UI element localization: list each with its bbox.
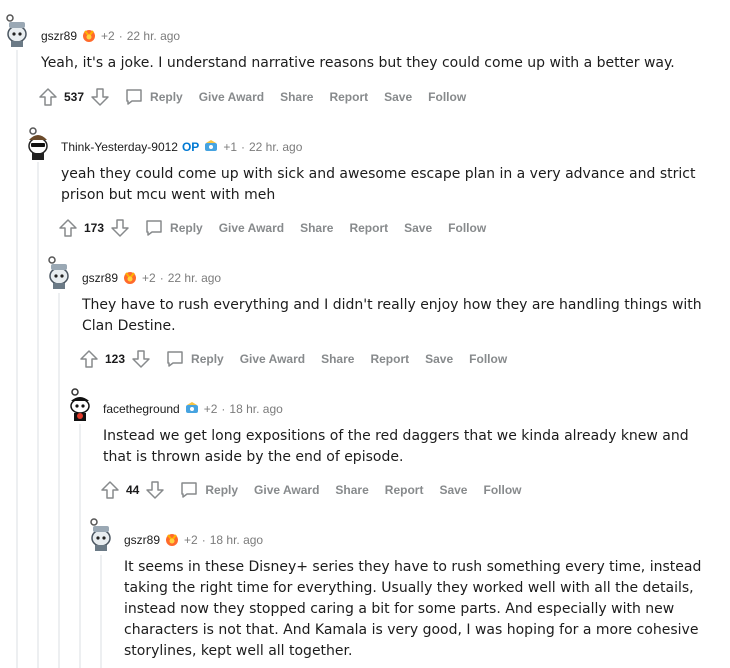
snoo-avatar-icon[interactable] <box>63 387 97 421</box>
timestamp[interactable]: 22 hr. ago <box>168 271 221 285</box>
comment-bubble-icon <box>124 87 144 107</box>
thread-line[interactable] <box>100 555 102 668</box>
thread-line[interactable] <box>37 162 39 668</box>
comment-body: Instead we get long expositions of the r… <box>103 428 689 465</box>
snoo-avatar-icon[interactable] <box>21 126 55 160</box>
comment-body: They have to rush everything and I didn'… <box>82 297 702 334</box>
comment-body: It seems in these Disney+ series they ha… <box>124 559 702 659</box>
op-badge: OP <box>181 140 200 154</box>
reply-button[interactable]: Reply <box>179 480 238 500</box>
thread-line[interactable] <box>16 50 18 668</box>
karma-count: +2 <box>142 271 156 285</box>
comment-meta: gszr89 +2 · 18 hr. ago <box>124 530 263 550</box>
karma-count: +2 <box>203 402 218 416</box>
save-button[interactable]: Save <box>404 221 432 235</box>
follow-button[interactable]: Follow <box>448 221 486 235</box>
timestamp[interactable]: 18 hr. ago <box>210 533 263 547</box>
comment-actions: 123 Reply Give Award Share Report Save F… <box>79 347 507 371</box>
comment-body: yeah they could come up with sick and aw… <box>61 166 696 203</box>
comment-meta: facetheground +2 · 18 hr. ago <box>103 399 283 419</box>
comment-bubble-icon <box>165 349 185 369</box>
snoo-avatar-icon[interactable] <box>0 13 34 47</box>
reply-button[interactable]: Reply <box>165 349 224 369</box>
separator: · <box>118 29 123 43</box>
reply-label: Reply <box>205 483 239 497</box>
upvote-icon[interactable] <box>38 87 58 107</box>
share-button[interactable]: Share <box>280 90 313 104</box>
vote-score: 123 <box>105 352 126 366</box>
author-link[interactable]: gszr89 <box>41 29 77 43</box>
thread-line[interactable] <box>79 424 81 668</box>
share-button[interactable]: Share <box>335 483 368 497</box>
award-icon <box>184 401 200 417</box>
vote-score: 537 <box>64 90 85 104</box>
downvote-icon[interactable] <box>90 87 110 107</box>
upvote-icon[interactable] <box>79 349 99 369</box>
comment-meta: gszr89 +2 · 22 hr. ago <box>82 268 221 288</box>
reply-button[interactable]: Reply <box>144 218 203 238</box>
upvote-icon[interactable] <box>100 480 120 500</box>
upvote-icon[interactable] <box>58 218 78 238</box>
comment-actions: 44 Reply Give Award Share Report Save Fo… <box>100 478 521 502</box>
comment-meta: Think-Yesterday-9012 OP +1 · 22 hr. ago <box>61 137 302 157</box>
give-award-button[interactable]: Give Award <box>219 221 284 235</box>
reply-label: Reply <box>150 90 183 104</box>
separator: · <box>201 533 206 547</box>
reply-label: Reply <box>170 221 203 235</box>
follow-button[interactable]: Follow <box>469 352 507 366</box>
downvote-icon[interactable] <box>131 349 151 369</box>
comment-actions: 173 Reply Give Award Share Report Save F… <box>58 216 486 240</box>
karma-count: +2 <box>184 533 198 547</box>
report-button[interactable]: Report <box>385 483 424 497</box>
give-award-button[interactable]: Give Award <box>240 352 305 366</box>
separator: · <box>221 402 226 416</box>
author-link[interactable]: Think-Yesterday-9012 <box>61 140 178 154</box>
separator: · <box>159 271 164 285</box>
snoo-avatar-icon[interactable] <box>84 517 118 551</box>
award-icon <box>122 270 138 286</box>
karma-count: +1 <box>223 140 237 154</box>
comment-actions: 537 Reply Give Award Share Report Save F… <box>38 85 466 109</box>
snoo-avatar-icon[interactable] <box>42 255 76 289</box>
timestamp[interactable]: 22 hr. ago <box>249 140 302 154</box>
report-button[interactable]: Report <box>370 352 409 366</box>
comment-body: Yeah, it's a joke. I understand narrativ… <box>41 55 675 71</box>
comment-bubble-icon <box>179 480 199 500</box>
reply-button[interactable]: Reply <box>124 87 183 107</box>
save-button[interactable]: Save <box>425 352 453 366</box>
award-icon <box>164 532 180 548</box>
save-button[interactable]: Save <box>439 483 467 497</box>
award-icon <box>81 28 97 44</box>
follow-button[interactable]: Follow <box>428 90 466 104</box>
downvote-icon[interactable] <box>145 480 165 500</box>
award-icon <box>203 139 219 155</box>
reply-label: Reply <box>191 352 224 366</box>
thread-line[interactable] <box>58 293 60 668</box>
share-button[interactable]: Share <box>300 221 333 235</box>
vote-score: 173 <box>84 221 105 235</box>
follow-button[interactable]: Follow <box>483 483 521 497</box>
author-link[interactable]: gszr89 <box>124 533 160 547</box>
separator: · <box>241 140 245 154</box>
karma-count: +2 <box>101 29 115 43</box>
save-button[interactable]: Save <box>384 90 412 104</box>
report-button[interactable]: Report <box>329 90 368 104</box>
downvote-icon[interactable] <box>110 218 130 238</box>
timestamp[interactable]: 18 hr. ago <box>229 402 282 416</box>
give-award-button[interactable]: Give Award <box>254 483 319 497</box>
give-award-button[interactable]: Give Award <box>199 90 264 104</box>
vote-score: 44 <box>126 483 140 497</box>
author-link[interactable]: gszr89 <box>82 271 118 285</box>
comment-bubble-icon <box>144 218 164 238</box>
comment-meta: gszr89 +2 · 22 hr. ago <box>41 26 180 46</box>
timestamp[interactable]: 22 hr. ago <box>127 29 180 43</box>
report-button[interactable]: Report <box>349 221 388 235</box>
share-button[interactable]: Share <box>321 352 354 366</box>
author-link[interactable]: facetheground <box>103 402 180 416</box>
